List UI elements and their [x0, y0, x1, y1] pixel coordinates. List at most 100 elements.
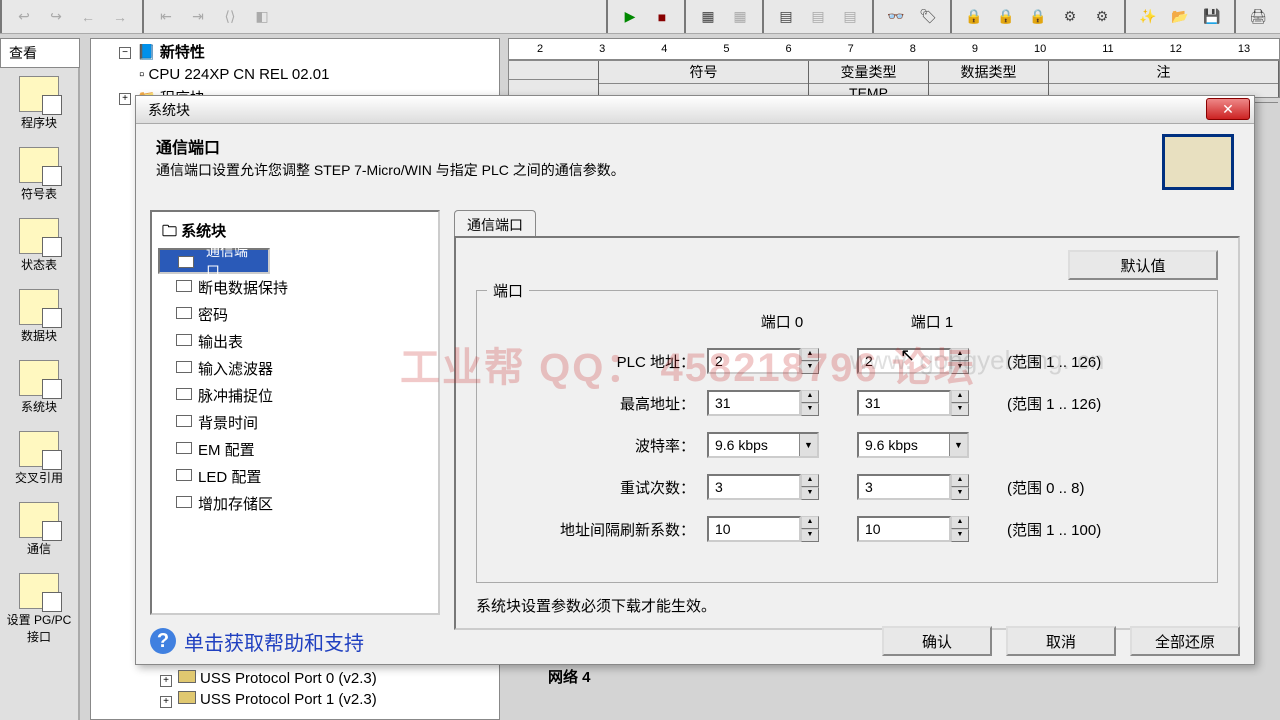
save-icon[interactable]: 💾 — [1198, 3, 1226, 31]
find-icon[interactable]: 👓 — [882, 3, 910, 31]
new-icon[interactable]: ✨ — [1134, 3, 1162, 31]
cancel-button[interactable]: 取消 — [1006, 626, 1116, 656]
retry-port1[interactable]: ▲▼ — [857, 474, 1007, 500]
status-table-icon — [19, 218, 59, 254]
tree-pulse-catch[interactable]: 脉冲捕捉位 — [158, 382, 432, 409]
baud-port0[interactable]: 9.6 kbps▼ — [707, 432, 819, 458]
ok-button[interactable]: 确认 — [882, 626, 992, 656]
spin-down-icon[interactable]: ▼ — [801, 487, 819, 500]
retry-port0[interactable]: ▲▼ — [707, 474, 857, 500]
chart2-icon[interactable]: ▤ — [804, 3, 832, 31]
port0-header: 端口 0 — [707, 311, 857, 332]
chevron-down-icon[interactable]: ▼ — [799, 434, 817, 456]
tree-em-config[interactable]: EM 配置 — [158, 436, 432, 463]
nav-cross-ref[interactable]: 交叉引用 — [0, 423, 78, 494]
spin-down-icon[interactable]: ▼ — [951, 529, 969, 542]
restore-all-button[interactable]: 全部还原 — [1130, 626, 1240, 656]
nav-symbol-table[interactable]: 符号表 — [0, 139, 78, 210]
gear1-icon[interactable]: ⚙ — [1056, 3, 1084, 31]
spin-up-icon[interactable]: ▲ — [801, 390, 819, 403]
max-addr-label: 最高地址： — [497, 393, 707, 414]
tree-retentive[interactable]: 断电数据保持 — [158, 274, 432, 301]
spin-down-icon[interactable]: ▼ — [951, 361, 969, 374]
dialog-header-icon — [1162, 134, 1234, 190]
monitor2-icon[interactable]: ▦ — [726, 3, 754, 31]
back-icon[interactable]: ↩ — [10, 3, 38, 31]
lock1-icon[interactable]: 🔒 — [960, 3, 988, 31]
chart1-icon[interactable]: ▤ — [772, 3, 800, 31]
plc-addr-port0[interactable]: ▲▼ — [707, 348, 857, 374]
branch-icon[interactable]: ⟨⟩ — [216, 3, 244, 31]
spin-up-icon[interactable]: ▲ — [801, 348, 819, 361]
tag-icon[interactable]: 🏷 — [914, 3, 942, 31]
nav-data-block[interactable]: 数据块 — [0, 281, 78, 352]
spin-up-icon[interactable]: ▲ — [951, 348, 969, 361]
data-block-icon — [19, 289, 59, 325]
tree-input-filter[interactable]: 输入滤波器 — [158, 355, 432, 382]
open-icon[interactable]: 📂 — [1166, 3, 1194, 31]
spin-down-icon[interactable]: ▼ — [951, 403, 969, 416]
nav-system-block[interactable]: 系统块 — [0, 352, 78, 423]
max-addr-port0[interactable]: ▲▼ — [707, 390, 857, 416]
tree-password[interactable]: 密码 — [158, 301, 432, 328]
help-icon: ? — [150, 628, 176, 654]
plc-addr-port1[interactable]: ▲▼ — [857, 348, 1007, 374]
gap-port1[interactable]: ▲▼ — [857, 516, 1007, 542]
gear2-icon[interactable]: ⚙ — [1088, 3, 1116, 31]
insert-right-icon[interactable]: ⇥ — [184, 3, 212, 31]
forward-icon[interactable]: ↪ — [42, 3, 70, 31]
spin-up-icon[interactable]: ▲ — [801, 516, 819, 529]
prev-icon[interactable]: ← — [74, 3, 102, 31]
ruler: 234567891011121314 — [508, 38, 1280, 60]
spin-down-icon[interactable]: ▼ — [801, 529, 819, 542]
dialog-titlebar[interactable]: 系统块 ✕ — [136, 96, 1254, 124]
lock3-icon[interactable]: 🔒 — [1024, 3, 1052, 31]
spin-down-icon[interactable]: ▼ — [951, 487, 969, 500]
system-block-icon — [19, 360, 59, 396]
port1-header: 端口 1 — [857, 311, 1007, 332]
nav-program-block[interactable]: 程序块 — [0, 68, 78, 139]
run-icon[interactable]: ▶ — [616, 3, 644, 31]
nav-comm[interactable]: 通信 — [0, 494, 78, 565]
insert-left-icon[interactable]: ⇤ — [152, 3, 180, 31]
chart3-icon[interactable]: ▤ — [836, 3, 864, 31]
print-icon[interactable]: 🖨 — [1244, 3, 1272, 31]
close-button[interactable]: ✕ — [1206, 98, 1250, 120]
help-link[interactable]: ? 单击获取帮助和支持 — [150, 627, 364, 656]
library-tree[interactable]: +USS Protocol Port 0 (v2.3) +USS Protoco… — [160, 668, 377, 710]
lock2-icon[interactable]: 🔒 — [992, 3, 1020, 31]
tab-comm-port[interactable]: 通信端口 — [454, 210, 536, 239]
main-toolbar: ↩ ↪ ← → ⇤ ⇥ ⟨⟩ ◧ ▶ ■ ▦ ▦ ▤ ▤ ▤ 👓 🏷 🔒 🔒 🔒… — [0, 0, 1280, 34]
tree-output-table[interactable]: 输出表 — [158, 328, 432, 355]
stop-icon[interactable]: ■ — [648, 3, 676, 31]
tree-led-config[interactable]: LED 配置 — [158, 463, 432, 490]
nav-pgpc[interactable]: 设置 PG/PC 接口 — [0, 565, 78, 653]
spin-up-icon[interactable]: ▲ — [951, 474, 969, 487]
chevron-down-icon[interactable]: ▼ — [949, 434, 967, 456]
spin-up-icon[interactable]: ▲ — [951, 390, 969, 403]
dialog-nav-tree[interactable]: 🗀 系统块 通信端口 断电数据保持 密码 输出表 输入滤波器 脉冲捕捉位 背景时… — [150, 210, 440, 615]
end-icon[interactable]: ◧ — [248, 3, 276, 31]
monitor-icon[interactable]: ▦ — [694, 3, 722, 31]
view-dropdown[interactable]: 查看 — [0, 38, 80, 68]
retry-range: (范围 0 .. 8) — [1007, 477, 1177, 498]
spin-up-icon[interactable]: ▲ — [951, 516, 969, 529]
spin-up-icon[interactable]: ▲ — [801, 474, 819, 487]
tree-memory[interactable]: 增加存储区 — [158, 490, 432, 517]
spin-down-icon[interactable]: ▼ — [801, 361, 819, 374]
next-icon[interactable]: → — [106, 3, 134, 31]
network-label: 网络 4 — [548, 666, 591, 687]
dialog-heading: 通信端口 — [156, 134, 1142, 158]
spin-down-icon[interactable]: ▼ — [801, 403, 819, 416]
gap-port0[interactable]: ▲▼ — [707, 516, 857, 542]
baud-port1[interactable]: 9.6 kbps▼ — [857, 432, 969, 458]
max-addr-port1[interactable]: ▲▼ — [857, 390, 1007, 416]
download-note: 系统块设置参数必须下载才能生效。 — [476, 595, 1218, 616]
tree-bg-time[interactable]: 背景时间 — [158, 409, 432, 436]
gap-label: 地址间隔刷新系数： — [497, 519, 707, 540]
defaults-button[interactable]: 默认值 — [1068, 250, 1218, 280]
tree-comm-port[interactable]: 通信端口 — [158, 248, 270, 274]
nav-status-table[interactable]: 状态表 — [0, 210, 78, 281]
plc-addr-label: PLC 地址： — [497, 351, 707, 372]
system-block-dialog: 系统块 ✕ 通信端口 通信端口设置允许您调整 STEP 7-Micro/WIN … — [135, 95, 1255, 665]
